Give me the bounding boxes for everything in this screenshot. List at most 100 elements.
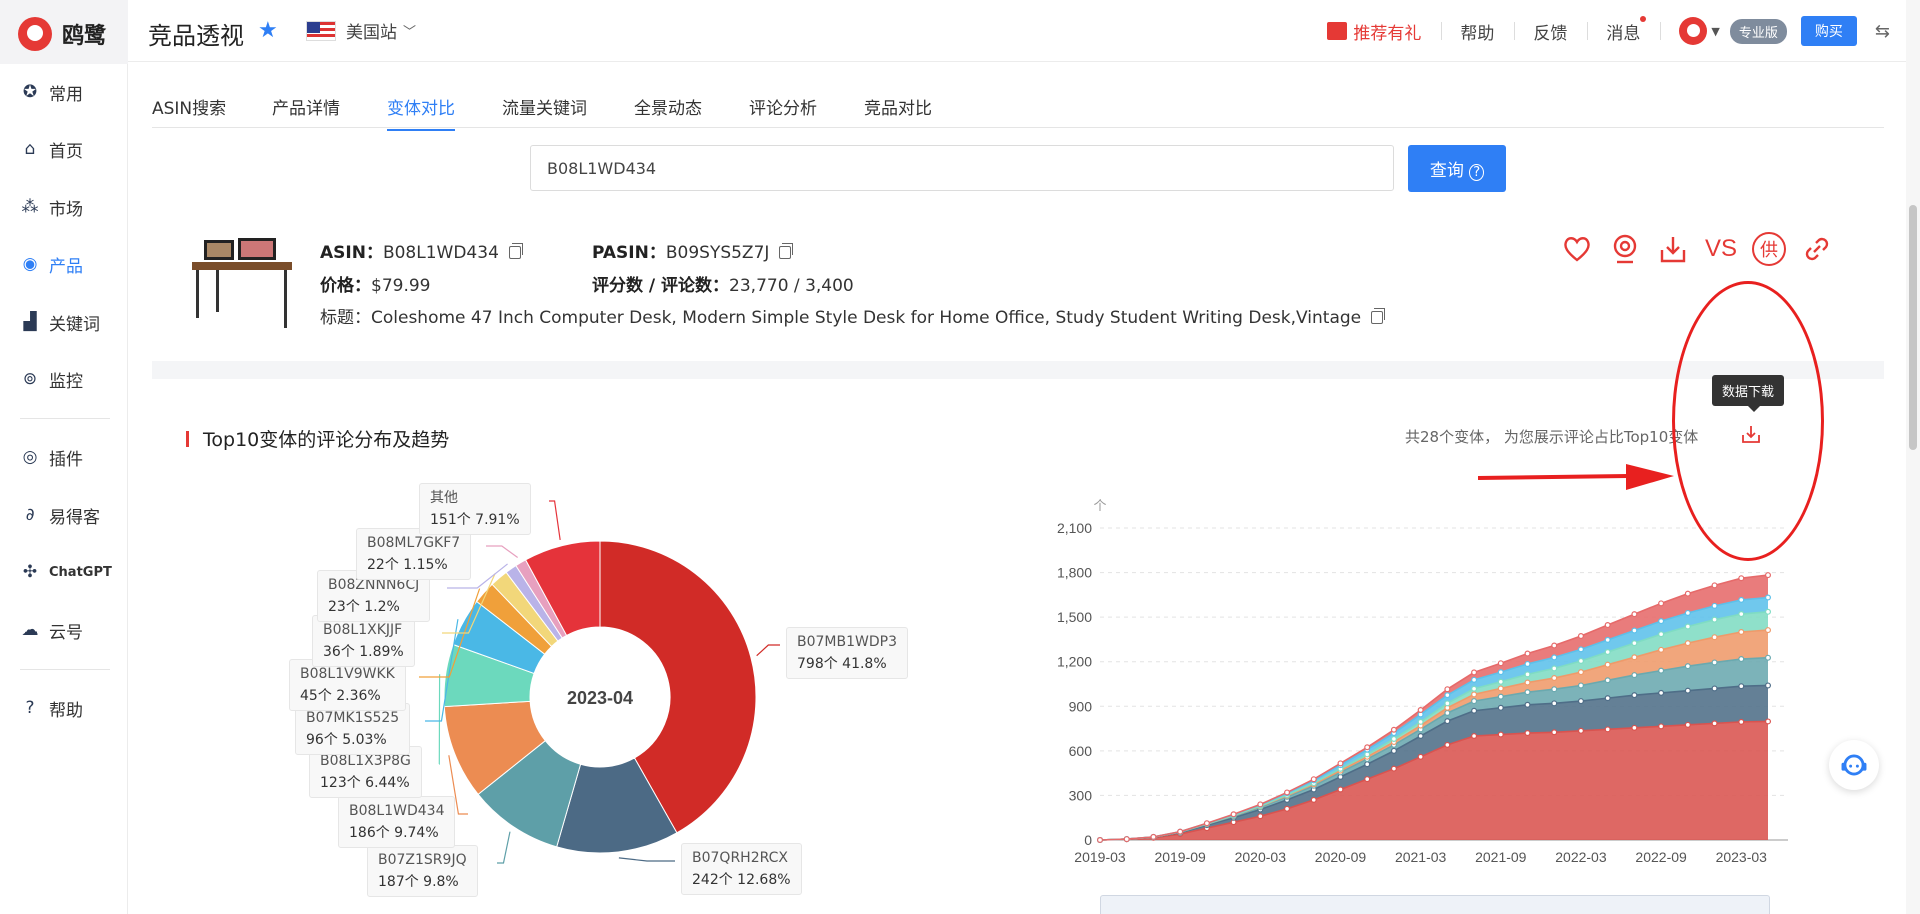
data-point[interactable] xyxy=(1738,683,1745,690)
data-point[interactable] xyxy=(1764,682,1771,689)
sidebar-item-chatgpt[interactable]: ✣ ChatGPT xyxy=(20,559,112,585)
data-point[interactable] xyxy=(1417,753,1424,760)
scrollbar-thumb[interactable] xyxy=(1909,205,1917,450)
zoom-slider[interactable] xyxy=(1100,895,1770,914)
data-point[interactable] xyxy=(1150,833,1157,840)
customer-service-button[interactable] xyxy=(1829,740,1879,790)
data-point[interactable] xyxy=(1497,731,1504,738)
data-point[interactable] xyxy=(1257,801,1264,808)
sidebar-item-common[interactable]: ✪ 常用 xyxy=(20,79,83,105)
data-point[interactable] xyxy=(1471,691,1478,698)
data-point[interactable] xyxy=(1764,654,1771,661)
product-image[interactable] xyxy=(186,232,296,332)
data-point[interactable] xyxy=(1551,665,1558,672)
data-point[interactable] xyxy=(1711,685,1718,692)
data-point[interactable] xyxy=(1497,704,1504,711)
data-point[interactable] xyxy=(1471,669,1478,676)
tab-review-analysis[interactable]: 评论分析 xyxy=(749,94,817,129)
data-point[interactable] xyxy=(1764,572,1771,579)
data-point[interactable] xyxy=(1631,611,1638,618)
data-point[interactable] xyxy=(1390,735,1397,742)
data-point[interactable] xyxy=(1684,623,1691,630)
data-point[interactable] xyxy=(1658,723,1665,730)
recommend-link[interactable]: 推荐有礼 xyxy=(1327,19,1421,44)
data-point[interactable] xyxy=(1417,733,1424,740)
data-point[interactable] xyxy=(1764,627,1771,634)
data-point[interactable] xyxy=(1577,698,1584,705)
tab-panorama[interactable]: 全景动态 xyxy=(634,94,702,129)
tab-competitor-compare[interactable]: 竞品对比 xyxy=(864,94,932,129)
supply-icon[interactable]: 供 xyxy=(1752,232,1786,266)
data-point[interactable] xyxy=(1711,634,1718,641)
data-point[interactable] xyxy=(1684,721,1691,728)
data-point[interactable] xyxy=(1551,675,1558,682)
data-point[interactable] xyxy=(1444,700,1451,707)
data-point[interactable] xyxy=(1471,733,1478,740)
data-point[interactable] xyxy=(1738,611,1745,618)
data-point[interactable] xyxy=(1471,676,1478,683)
data-point[interactable] xyxy=(1364,776,1371,783)
sidebar-item-product[interactable]: ◉ 产品 xyxy=(20,251,83,277)
data-point[interactable] xyxy=(1524,679,1531,686)
data-point[interactable] xyxy=(1524,730,1531,737)
data-point[interactable] xyxy=(1390,765,1397,772)
tab-product-detail[interactable]: 产品详情 xyxy=(272,94,340,129)
data-point[interactable] xyxy=(1604,649,1611,656)
data-point[interactable] xyxy=(1577,657,1584,664)
data-point[interactable] xyxy=(1604,636,1611,643)
data-point[interactable] xyxy=(1738,575,1745,582)
data-point[interactable] xyxy=(1337,760,1344,767)
data-point[interactable] xyxy=(1684,687,1691,694)
data-point[interactable] xyxy=(1764,608,1771,615)
data-point[interactable] xyxy=(1310,776,1317,783)
data-point[interactable] xyxy=(1604,661,1611,668)
data-point[interactable] xyxy=(1711,720,1718,727)
avatar[interactable] xyxy=(1679,17,1708,45)
tab-variant-compare[interactable]: 变体对比 xyxy=(387,94,455,131)
data-point[interactable] xyxy=(1364,744,1371,751)
data-point[interactable] xyxy=(1764,718,1771,725)
data-point[interactable] xyxy=(1471,707,1478,714)
feedback-link[interactable]: 反馈 xyxy=(1533,19,1567,44)
data-point[interactable] xyxy=(1551,729,1558,736)
data-point[interactable] xyxy=(1711,582,1718,589)
data-point[interactable] xyxy=(1284,789,1291,796)
messages-link[interactable]: 消息 xyxy=(1606,15,1647,44)
data-point[interactable] xyxy=(1497,669,1504,676)
data-point[interactable] xyxy=(1257,813,1264,820)
caret-down-icon[interactable]: ▼ xyxy=(1711,25,1719,38)
data-point[interactable] xyxy=(1444,718,1451,725)
data-point[interactable] xyxy=(1738,656,1745,663)
data-point[interactable] xyxy=(1604,726,1611,733)
data-point[interactable] xyxy=(1471,685,1478,692)
data-point[interactable] xyxy=(1604,677,1611,684)
data-point[interactable] xyxy=(1497,693,1504,700)
data-point[interactable] xyxy=(1738,718,1745,725)
data-point[interactable] xyxy=(1711,659,1718,666)
data-point[interactable] xyxy=(1390,726,1397,733)
data-point[interactable] xyxy=(1711,602,1718,609)
data-point[interactable] xyxy=(1658,646,1665,653)
query-button[interactable]: 查询 ? xyxy=(1408,145,1506,192)
data-point[interactable] xyxy=(1417,707,1424,714)
data-point[interactable] xyxy=(1177,828,1184,835)
data-point[interactable] xyxy=(1631,627,1638,634)
data-point[interactable] xyxy=(1551,686,1558,693)
data-point[interactable] xyxy=(1551,642,1558,649)
asin-search-input[interactable] xyxy=(530,145,1394,191)
data-point[interactable] xyxy=(1764,594,1771,601)
data-point[interactable] xyxy=(1684,590,1691,597)
data-point[interactable] xyxy=(1684,609,1691,616)
data-point[interactable] xyxy=(1444,709,1451,716)
data-point[interactable] xyxy=(1364,751,1371,758)
data-point[interactable] xyxy=(1524,689,1531,696)
copy-icon[interactable] xyxy=(779,243,794,259)
data-point[interactable] xyxy=(1577,727,1584,734)
sidebar-item-help[interactable]: ? 帮助 xyxy=(20,695,83,721)
data-point[interactable] xyxy=(1604,695,1611,702)
data-point[interactable] xyxy=(1631,654,1638,661)
data-point[interactable] xyxy=(1658,600,1665,607)
data-point[interactable] xyxy=(1658,689,1665,696)
tab-asin-search[interactable]: ASIN搜索 xyxy=(152,94,226,129)
data-point[interactable] xyxy=(1658,667,1665,674)
